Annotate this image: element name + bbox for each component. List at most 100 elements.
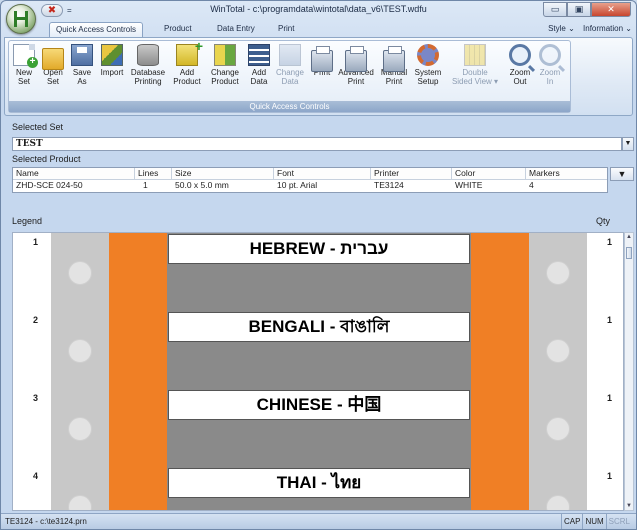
cell-font: 10 pt. Arial	[277, 180, 318, 190]
import-icon	[101, 44, 123, 66]
change-data-button[interactable]: Change Data	[273, 44, 307, 100]
ribbon-group-label: Quick Access Controls	[9, 101, 570, 112]
marker-strip-left	[109, 233, 167, 510]
scroll-down-arrow-icon[interactable]: ▼	[625, 503, 633, 509]
product-table: Name Lines Size Font Printer Color Marke…	[12, 167, 608, 193]
title-bar: ✖ = WinTotal - c:\programdata\wintotal\d…	[1, 1, 636, 34]
legend-index-2: 2	[33, 315, 39, 325]
add-data-button[interactable]: Add Data	[246, 44, 272, 100]
sprocket-hole	[68, 261, 92, 285]
status-indicators: CAP NUM SCRL	[560, 514, 632, 529]
qty-1: 1	[607, 237, 613, 247]
scroll-up-arrow-icon[interactable]: ▲	[625, 234, 633, 240]
sprocket-hole	[546, 495, 570, 510]
liner-right	[529, 233, 587, 510]
save-icon	[71, 44, 93, 66]
vertical-scrollbar[interactable]: ▲ ▼	[624, 232, 634, 511]
database-printing-button[interactable]: Database Printing	[128, 44, 168, 100]
qty-4: 1	[607, 471, 613, 481]
zoom-in-button[interactable]: Zoom In	[536, 44, 564, 100]
maximize-button[interactable]: ▣	[567, 2, 591, 17]
column-header-markers[interactable]: Markers	[526, 168, 609, 180]
num-lock-indicator: NUM	[582, 514, 605, 529]
tab-data-entry[interactable]: Data Entry	[211, 22, 261, 37]
save-as-button[interactable]: Save As	[69, 44, 95, 100]
gear-icon	[417, 44, 439, 66]
selected-set-label: Selected Set	[12, 122, 64, 132]
column-header-size[interactable]: Size	[172, 168, 274, 180]
cell-markers: 4	[529, 180, 534, 190]
selected-set-field[interactable]: TEST	[12, 137, 622, 151]
column-header-color[interactable]: Color	[452, 168, 526, 180]
sprocket-hole	[546, 417, 570, 441]
change-product-icon	[214, 44, 236, 66]
column-header-printer[interactable]: Printer	[371, 168, 452, 180]
label-marker-3[interactable]: CHINESE - 中国	[168, 390, 470, 420]
app-menu-button[interactable]	[6, 4, 36, 34]
ribbon-right-menu: Style ⌄ Information ⌄	[548, 24, 632, 33]
cell-printer: TE3124	[374, 180, 404, 190]
change-product-button[interactable]: Change Product	[206, 44, 244, 100]
tab-print[interactable]: Print	[272, 22, 300, 37]
app-window: ✖ = WinTotal - c:\programdata\wintotal\d…	[0, 0, 637, 530]
tab-product[interactable]: Product	[158, 22, 198, 37]
double-sided-view-button[interactable]: Double Sided View ▾	[448, 44, 502, 100]
sprocket-hole	[68, 495, 92, 510]
sprocket-hole	[546, 339, 570, 363]
tab-quick-access-controls[interactable]: Quick Access Controls	[49, 22, 144, 37]
column-header-name[interactable]: Name	[13, 168, 135, 180]
legend-index-3: 3	[33, 393, 39, 403]
scroll-lock-indicator: SCRL	[605, 514, 632, 529]
legend-label: Legend	[12, 216, 43, 226]
label-preview[interactable]: HEBREW - עברית BENGALI - বাঙালি CHINESE …	[12, 232, 624, 511]
ribbon-tabs: Quick Access Controls Product Data Entry…	[1, 20, 636, 37]
selected-product-label: Selected Product	[12, 154, 81, 164]
change-data-icon	[279, 44, 301, 66]
marker-strip-right	[471, 233, 529, 510]
sprocket-hole	[68, 339, 92, 363]
product-table-header: Name Lines Size Font Printer Color Marke…	[13, 168, 607, 180]
add-data-icon	[248, 44, 270, 66]
qty-2: 1	[607, 315, 613, 325]
window-title: WinTotal - c:\programdata\wintotal\data_…	[210, 4, 427, 14]
qty-3: 1	[607, 393, 613, 403]
cell-name: ZHD-SCE 024-50	[16, 180, 83, 190]
add-product-button[interactable]: + Add Product	[169, 39, 205, 100]
product-dropdown-button[interactable]: ▼	[610, 167, 634, 181]
open-set-button[interactable]: Open Set	[39, 44, 67, 100]
liner-left	[51, 233, 109, 510]
app-logo-icon	[14, 11, 28, 27]
label-marker-1[interactable]: HEBREW - עברית	[168, 234, 470, 264]
window-controls: ▭ ▣ ✕	[543, 2, 631, 17]
import-button[interactable]: Import	[97, 44, 127, 100]
label-marker-2[interactable]: BENGALI - বাঙালি	[168, 312, 470, 342]
new-set-button[interactable]: + New Set	[11, 44, 38, 100]
style-menu[interactable]: Style ⌄	[548, 24, 575, 33]
advanced-print-icon	[345, 46, 367, 72]
column-header-lines[interactable]: Lines	[135, 168, 172, 180]
label-marker-4[interactable]: THAI - ไทย	[168, 468, 470, 498]
caps-lock-indicator: CAP	[560, 514, 582, 529]
scrollbar-thumb[interactable]	[626, 247, 632, 259]
zoom-out-icon	[509, 44, 531, 66]
sprocket-hole	[546, 261, 570, 285]
close-button[interactable]: ✕	[591, 2, 631, 17]
system-setup-button[interactable]: System Setup	[412, 44, 444, 100]
minimize-button[interactable]: ▭	[543, 2, 567, 17]
table-row[interactable]: ZHD-SCE 024-50 1 50.0 x 5.0 mm 10 pt. Ar…	[13, 180, 607, 192]
print-button[interactable]: Print	[309, 44, 335, 100]
column-header-font[interactable]: Font	[274, 168, 371, 180]
qty-label: Qty	[596, 216, 611, 226]
print-icon	[311, 46, 333, 72]
double-sided-icon	[464, 44, 486, 66]
information-menu[interactable]: Information ⌄	[583, 24, 632, 33]
open-folder-icon	[42, 48, 64, 70]
cell-color: WHITE	[455, 180, 483, 190]
ribbon-panel: + New Set Open Set Save As Import Database P…	[4, 37, 633, 116]
cell-lines: 1	[143, 180, 148, 190]
database-icon	[137, 44, 159, 66]
selected-set-dropdown[interactable]: ▼	[622, 137, 634, 151]
zoom-out-button[interactable]: Zoom Out	[506, 44, 534, 100]
manual-print-button[interactable]: Manual Print	[377, 44, 411, 100]
advanced-print-button[interactable]: Advanced Print	[336, 44, 376, 100]
